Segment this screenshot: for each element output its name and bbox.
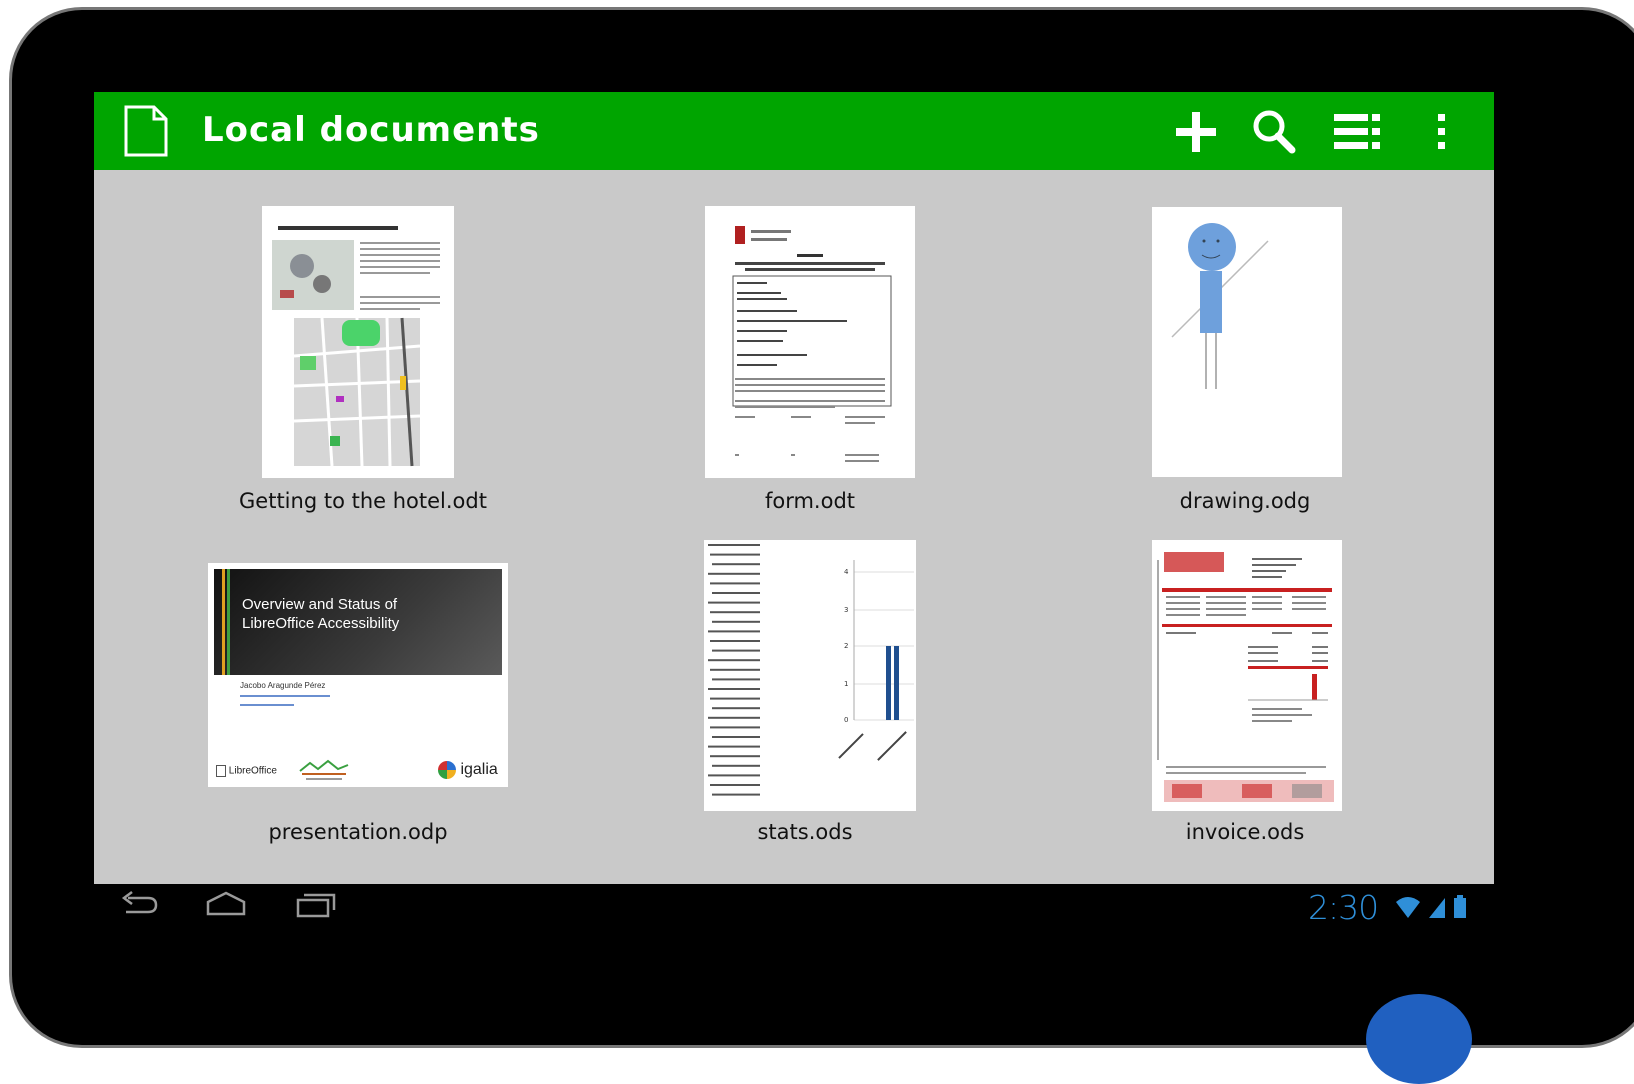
svg-text:4: 4 bbox=[844, 568, 849, 576]
decorative-badge bbox=[1366, 994, 1472, 1084]
search-icon bbox=[1253, 110, 1296, 154]
document-thumbnail[interactable] bbox=[1152, 540, 1342, 811]
document-thumbnail[interactable]: 4 3 2 1 0 bbox=[704, 540, 916, 811]
status-icons bbox=[1394, 894, 1468, 920]
document-thumbnail[interactable] bbox=[705, 206, 915, 478]
signal-icon bbox=[1429, 898, 1446, 918]
wifi-icon bbox=[1396, 897, 1420, 918]
battery-icon bbox=[1454, 895, 1467, 918]
overflow-menu-button[interactable] bbox=[1416, 106, 1468, 158]
spreadsheet-row-line bbox=[708, 601, 760, 604]
invoice-preview bbox=[1157, 552, 1334, 802]
spreadsheet-row-line bbox=[708, 688, 760, 690]
igalia-mark-icon bbox=[438, 761, 456, 779]
spreadsheet-row-line bbox=[708, 659, 760, 662]
spreadsheet-row-line bbox=[712, 707, 760, 710]
slide-title: Overview and Status of LibreOffice Acces… bbox=[242, 596, 400, 632]
list-view-icon bbox=[1334, 114, 1380, 149]
document-name: invoice.ods bbox=[1185, 820, 1305, 844]
status-clock: 2:30 bbox=[1308, 888, 1379, 927]
home-icon bbox=[206, 891, 246, 916]
page-title: Local documents bbox=[202, 110, 540, 150]
document-name: presentation.odp bbox=[268, 820, 448, 844]
conference-logo bbox=[299, 759, 349, 780]
hotel-doc-preview bbox=[272, 226, 440, 467]
app-screen: Local documents Getting to the hotel.odt… bbox=[94, 92, 1494, 884]
igalia-logo: igalia bbox=[438, 761, 498, 779]
spreadsheet-row-line bbox=[710, 582, 760, 585]
back-button[interactable] bbox=[118, 890, 162, 924]
spreadsheet-row-line bbox=[712, 563, 760, 566]
system-nav-bar: 2:30 bbox=[94, 884, 1494, 934]
slide-header: Overview and Status of LibreOffice Acces… bbox=[214, 569, 502, 675]
document-thumbnail[interactable]: Overview and Status of LibreOffice Acces… bbox=[208, 563, 508, 787]
spreadsheet-row-line bbox=[710, 784, 760, 786]
spreadsheet-row-line bbox=[708, 716, 760, 719]
document-thumbnail[interactable] bbox=[262, 206, 454, 478]
svg-text:0: 0 bbox=[844, 716, 848, 724]
spreadsheet-row-line bbox=[708, 745, 760, 748]
search-button[interactable] bbox=[1248, 106, 1300, 158]
spreadsheet-row-line bbox=[708, 774, 760, 777]
recent-apps-button[interactable] bbox=[294, 890, 338, 924]
form-doc-preview bbox=[732, 226, 892, 462]
back-icon bbox=[121, 891, 158, 914]
document-icon bbox=[124, 105, 168, 157]
svg-text:2: 2 bbox=[844, 642, 848, 650]
spreadsheet-row-line bbox=[710, 726, 760, 729]
spreadsheet-row-line bbox=[712, 592, 760, 594]
spreadsheet-row-line bbox=[710, 755, 760, 758]
document-thumbnail[interactable] bbox=[1152, 207, 1342, 477]
spreadsheet-row-line bbox=[708, 572, 760, 575]
spreadsheet-row-line bbox=[712, 793, 760, 796]
libreoffice-logo: LibreOffice bbox=[216, 765, 277, 777]
document-name: Getting to the hotel.odt bbox=[239, 489, 487, 513]
spreadsheet-row-line bbox=[710, 668, 760, 671]
spreadsheet-preview: 4 3 2 1 0 bbox=[708, 544, 914, 796]
svg-text:3: 3 bbox=[844, 606, 848, 614]
recent-apps-icon bbox=[296, 893, 336, 918]
spreadsheet-row-line bbox=[712, 649, 760, 652]
spreadsheet-row-line bbox=[710, 611, 760, 614]
spreadsheet-row-line bbox=[712, 678, 760, 681]
document-name: stats.ods bbox=[757, 820, 853, 844]
spreadsheet-row-line bbox=[712, 736, 760, 738]
add-button[interactable] bbox=[1170, 106, 1222, 158]
spreadsheet-row-line bbox=[712, 764, 760, 767]
spreadsheet-row-line bbox=[708, 630, 760, 633]
home-button[interactable] bbox=[204, 890, 248, 924]
drawing-preview bbox=[1171, 223, 1269, 389]
action-bar: Local documents bbox=[94, 92, 1494, 170]
document-name: form.odt bbox=[764, 489, 856, 513]
add-icon bbox=[1176, 112, 1216, 152]
spreadsheet-row-line bbox=[708, 544, 760, 546]
spreadsheet-row-line bbox=[712, 620, 760, 623]
document-name: drawing.odg bbox=[1179, 489, 1311, 513]
overflow-menu-icon bbox=[1438, 114, 1445, 149]
spreadsheet-row-line bbox=[710, 640, 760, 642]
svg-text:1: 1 bbox=[844, 680, 848, 688]
spreadsheet-row-line bbox=[710, 553, 760, 556]
spreadsheet-row-line bbox=[710, 697, 760, 700]
slide-author: Jacobo Aragunde Pérez bbox=[240, 681, 326, 690]
list-view-button[interactable] bbox=[1332, 106, 1384, 158]
